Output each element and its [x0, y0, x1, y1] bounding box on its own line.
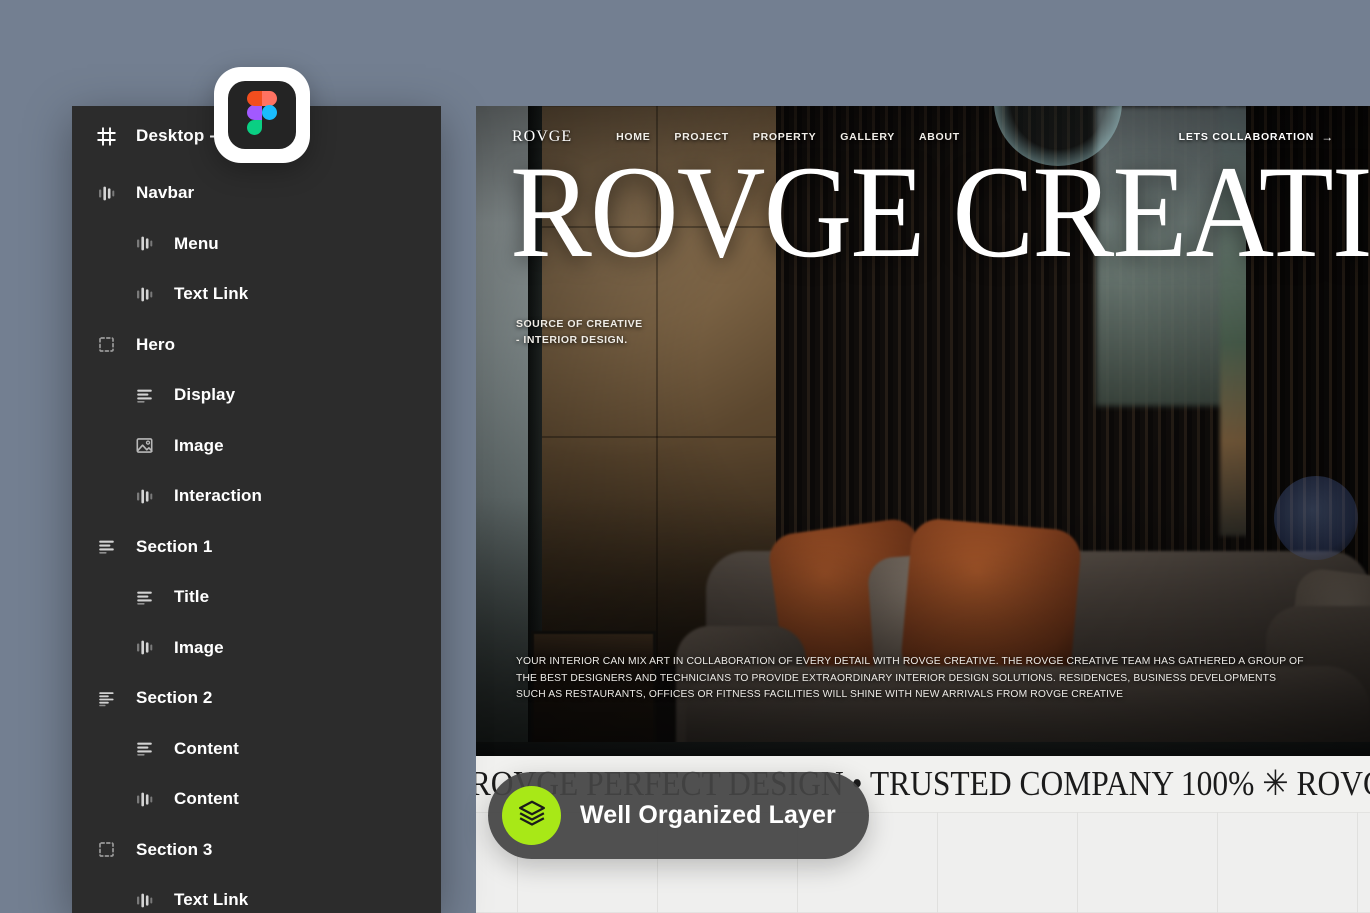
component-icon — [135, 487, 154, 506]
hero-paragraph-line-2: THE BEST DESIGNERS AND TECHNICIANS TO PR… — [516, 672, 1277, 684]
text-small-icon — [97, 689, 116, 708]
figma-badge-inner — [228, 81, 296, 149]
lets-collaboration-button[interactable]: LETS COLLABORATION → — [1179, 131, 1334, 143]
component-icon — [97, 184, 116, 203]
frame-dashed-icon — [97, 840, 116, 859]
layer-row-label: Section 2 — [136, 688, 213, 708]
layer-row-label: Interaction — [174, 486, 263, 506]
component-icon — [135, 790, 154, 809]
layers-stack-icon-wrapper — [502, 786, 561, 845]
layer-row-label: Section 1 — [136, 536, 213, 556]
grid-line-vertical — [937, 812, 938, 913]
text-icon — [135, 588, 154, 607]
grid-line-vertical — [1077, 812, 1078, 913]
hero-section: ROVGE HOME PROJECT PROPERTY GALLERY ABOU… — [476, 106, 1370, 756]
layer-row-interaction[interactable]: Interaction — [72, 471, 441, 522]
frame-hash-icon — [97, 126, 116, 146]
figma-logo-icon — [247, 90, 277, 140]
layer-row-text-link[interactable]: Text Link — [72, 875, 441, 913]
hero-subtitle-line-1: SOURCE OF CREATIVE — [516, 318, 643, 330]
image-icon — [135, 436, 154, 455]
text-icon — [135, 739, 154, 758]
callout-label: Well Organized Layer — [580, 801, 836, 829]
layer-row-title[interactable]: Title — [72, 572, 441, 623]
site-nav-menu: HOME PROJECT PROPERTY GALLERY ABOUT — [616, 131, 960, 143]
hero-headline: ROVGE CREATIVE — [510, 138, 1370, 285]
well-organized-layer-callout: Well Organized Layer — [488, 772, 869, 859]
component-icon — [135, 285, 154, 304]
nav-link-gallery[interactable]: GALLERY — [840, 131, 895, 143]
grid-line-vertical — [1217, 812, 1218, 913]
cta-label: LETS COLLABORATION — [1178, 131, 1315, 143]
nav-link-home[interactable]: HOME — [616, 131, 650, 143]
arrow-right-icon: → — [1321, 130, 1334, 144]
hero-paragraph-line-1: YOUR INTERIOR CAN MIX ART IN COLLABORATI… — [516, 656, 1304, 667]
figma-layers-panel: Desktop - Navbar Menu Text Link Hero Display… — [72, 106, 441, 913]
layers-stack-icon — [517, 798, 547, 833]
layer-row-text-link[interactable]: Text Link — [72, 269, 441, 320]
component-icon — [135, 234, 154, 253]
figma-app-badge — [214, 67, 310, 163]
frame-dashed-icon — [97, 335, 116, 354]
site-navbar: ROVGE HOME PROJECT PROPERTY GALLERY ABOU… — [476, 106, 1370, 168]
hero-paragraph-line-3: SUCH AS RESTAURANTS, OFFICES OR FITNESS … — [516, 689, 1124, 701]
layer-row-label: Hero — [136, 334, 176, 354]
layers-panel-title: Desktop - — [136, 126, 216, 145]
site-logo[interactable]: ROVGE — [512, 128, 572, 146]
layer-row-label: Display — [174, 385, 236, 405]
layer-row-display[interactable]: Display — [72, 370, 441, 421]
nav-link-project[interactable]: PROJECT — [674, 131, 729, 143]
text-icon — [97, 537, 116, 556]
layer-rows-list: Navbar Menu Text Link Hero Display Image Inter… — [72, 166, 441, 913]
layer-row-content[interactable]: Content — [72, 724, 441, 775]
layer-row-label: Content — [174, 789, 239, 809]
hero-subtitle-line-2: - INTERIOR DESIGN. — [516, 334, 628, 347]
layer-row-label: Text Link — [174, 890, 249, 910]
layer-row-label: Section 3 — [136, 839, 213, 859]
nav-link-property[interactable]: PROPERTY — [753, 131, 816, 143]
layer-row-section-2[interactable]: Section 2 — [72, 673, 441, 724]
layer-row-menu[interactable]: Menu — [72, 219, 441, 270]
component-icon — [135, 891, 154, 910]
text-icon — [135, 386, 154, 405]
layer-row-label: Menu — [174, 233, 219, 253]
layer-row-label: Content — [174, 738, 239, 758]
layer-row-content[interactable]: Content — [72, 774, 441, 825]
grid-line-vertical — [1357, 812, 1358, 913]
layer-row-image[interactable]: Image — [72, 421, 441, 472]
layer-row-label: Navbar — [136, 183, 195, 203]
layer-row-label: Image — [174, 637, 224, 657]
nav-link-about[interactable]: ABOUT — [919, 131, 960, 143]
layer-row-hero[interactable]: Hero — [72, 320, 441, 371]
layer-row-section-1[interactable]: Section 1 — [72, 522, 441, 573]
layer-row-label: Title — [174, 587, 210, 607]
layer-row-label: Text Link — [174, 284, 249, 304]
component-icon — [135, 638, 154, 657]
layer-row-label: Image — [174, 435, 224, 455]
layer-row-image[interactable]: Image — [72, 623, 441, 674]
layer-row-navbar[interactable]: Navbar — [72, 168, 441, 219]
hero-paragraph: YOUR INTERIOR CAN MIX ART IN COLLABORATI… — [516, 654, 1346, 704]
layer-row-section-3[interactable]: Section 3 — [72, 825, 441, 876]
hero-subtitle: SOURCE OF CREATIVE - INTERIOR DESIGN. — [516, 316, 643, 349]
